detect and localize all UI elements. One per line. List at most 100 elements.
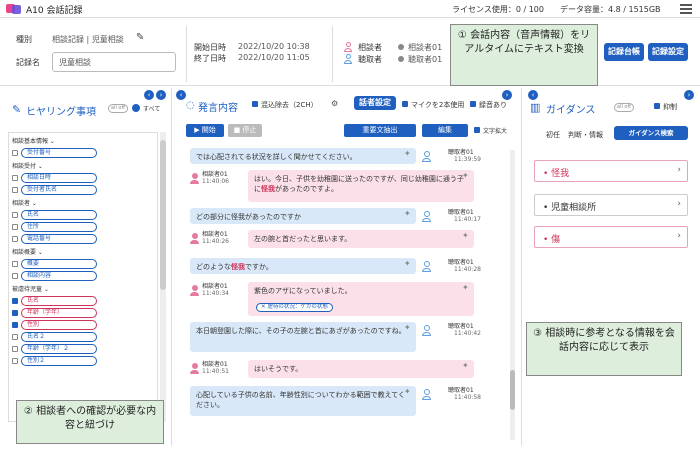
hearing-title: ヒヤリング事項 xyxy=(26,107,96,118)
pin-icon[interactable]: ✦ xyxy=(404,323,411,332)
hearing-item-checkbox[interactable] xyxy=(12,321,18,328)
hearing-item[interactable]: 氏名２ xyxy=(12,331,157,342)
hearing-item[interactable]: 性別２ xyxy=(12,355,157,366)
hearing-item-checkbox[interactable] xyxy=(12,333,18,340)
hearing-item[interactable]: 年齢（学年）２ xyxy=(12,343,157,354)
record-ledger-button[interactable]: 記録台帳 xyxy=(604,43,644,61)
hearing-item[interactable]: 相談内容 xyxy=(12,270,157,281)
chevron-right-icon[interactable]: › xyxy=(156,90,166,100)
pin-icon[interactable]: ✦ xyxy=(462,283,469,292)
guidance-card[interactable]: • 傷 › xyxy=(534,226,688,248)
pin-icon[interactable]: ✦ xyxy=(462,231,469,240)
hearing-group-title: 相談概要 ⌄ xyxy=(12,249,43,256)
hearing-item[interactable]: 電話番号 xyxy=(12,233,157,244)
hearing-toggle[interactable]: all off xyxy=(108,104,128,113)
license-usage: ライセンス使用：0 / 100 xyxy=(452,5,544,14)
message-bubble[interactable]: どの部分に怪我があったのですか xyxy=(190,208,416,224)
mic-label: マイクを2本使用 xyxy=(411,101,465,109)
tab-judgement[interactable]: 判断・情報 xyxy=(568,130,603,140)
hearing-item-label: 相談内容 xyxy=(21,270,97,281)
hearing-item[interactable]: 氏名 xyxy=(12,209,157,220)
edit-icon[interactable]: ✎ xyxy=(136,32,144,43)
pin-icon[interactable]: ✦ xyxy=(404,387,411,396)
hearing-item-checkbox[interactable] xyxy=(12,345,18,352)
chevron-right-icon[interactable]: › xyxy=(684,90,694,100)
hearing-item-label: 相談日時 xyxy=(21,172,97,183)
pin-icon[interactable]: ✦ xyxy=(462,171,469,180)
hearing-item-label: 性別 xyxy=(21,319,97,330)
hearing-scrollbar-thumb[interactable] xyxy=(160,140,166,290)
hearing-list: 相談基本情報 ⌄ 受付番号 相談受付 ⌄ 相談日時 受付者氏名 相談者 ⌄ 氏名 住所 電話番号… xyxy=(8,132,158,422)
chat-area: では心配されてる状況を詳しく聞かせてください。 ✦ 聴取者01 11:39:59 はい。… xyxy=(186,142,516,442)
hearing-item[interactable]: 氏名 xyxy=(12,295,157,306)
pin-icon[interactable]: ✦ xyxy=(462,361,469,370)
guidance-toggle[interactable]: all off xyxy=(614,103,634,112)
message-bubble[interactable]: 心配している子供の名前、年齢性別についてわかる範囲で教えてください。 xyxy=(190,386,416,416)
hearing-item-label: 住所 xyxy=(21,221,97,232)
pin-icon[interactable]: ✦ xyxy=(404,209,411,218)
hearing-item-checkbox[interactable] xyxy=(12,357,18,364)
hearing-item-checkbox[interactable] xyxy=(12,223,18,230)
start-button[interactable]: ▶ 開始 xyxy=(186,124,224,137)
hearing-item[interactable]: 受付者氏名 xyxy=(12,184,157,195)
chevron-right-icon: › xyxy=(677,199,681,209)
pencil-icon: ✎ xyxy=(12,103,22,116)
hearing-item-checkbox[interactable] xyxy=(12,309,18,316)
speaker-info: 聴取者01 11:40:58 xyxy=(448,387,481,401)
message-bubble[interactable]: どのような怪我ですか。 xyxy=(190,258,416,274)
hearing-item-label: 概要 xyxy=(21,258,97,269)
suppress-checkbox[interactable] xyxy=(654,103,660,109)
all-label[interactable]: すべて xyxy=(143,104,160,113)
message-bubble[interactable]: はい。今日、子供を幼稚園に送ったのですが、同じ幼稚園に通う子に怪我があったのです… xyxy=(248,170,474,202)
recording-checkbox[interactable] xyxy=(470,101,476,107)
hearing-item-checkbox[interactable] xyxy=(12,297,18,304)
speaker-name: 聴取者01 xyxy=(448,209,474,216)
noise-checkbox[interactable] xyxy=(252,101,258,107)
message-bubble[interactable]: 本日朝登園した際に、その子の左腕と首にあざがあったのですね。 xyxy=(190,322,416,352)
keyword-tag[interactable]: ✕ 虐待の状況：ケガの状態 xyxy=(256,303,333,312)
edit-button[interactable]: 編集 xyxy=(422,124,468,137)
guidance-card[interactable]: • 怪我 › xyxy=(534,160,688,182)
extract-button[interactable]: 重要文抽出 xyxy=(344,124,416,137)
hearing-item-label: 氏名 xyxy=(21,209,97,220)
speaker-name: 相談者01 xyxy=(202,231,228,238)
menu-icon[interactable] xyxy=(680,4,692,14)
hearing-item-checkbox[interactable] xyxy=(12,149,18,156)
hearing-item[interactable]: 概要 xyxy=(12,258,157,269)
mic-checkbox[interactable] xyxy=(402,101,408,107)
message-bubble[interactable]: では心配されてる状況を詳しく聞かせてください。 xyxy=(190,148,416,164)
chevron-right-icon[interactable]: › xyxy=(502,90,512,100)
hearing-item-checkbox[interactable] xyxy=(12,272,18,279)
hearing-item[interactable]: 年齢（学年） xyxy=(12,307,157,318)
record-name-input[interactable]: 児童相談 xyxy=(52,52,176,72)
guidance-search-button[interactable]: ガイダンス検索 xyxy=(614,126,688,140)
font-up-checkbox[interactable] xyxy=(474,127,480,133)
hearing-item-checkbox[interactable] xyxy=(12,235,18,242)
chevron-left-icon[interactable]: ‹ xyxy=(176,90,186,100)
hearing-item-checkbox[interactable] xyxy=(12,174,18,181)
pin-icon[interactable]: ✦ xyxy=(404,259,411,268)
pin-icon[interactable]: ✦ xyxy=(404,149,411,158)
message-bubble[interactable]: 左の腕と首だったと思います。 xyxy=(248,230,474,248)
tab-initial[interactable]: 初任 xyxy=(546,130,560,140)
chevron-left-icon[interactable]: ‹ xyxy=(144,90,154,100)
speaker-info: 相談者01 11:40:06 xyxy=(202,171,229,185)
chevron-left-icon[interactable]: ‹ xyxy=(528,90,538,100)
data-capacity: データ容量：4.8 / 1515GB xyxy=(560,5,661,14)
hearing-item-checkbox[interactable] xyxy=(12,260,18,267)
gear-icon[interactable]: ⚙ xyxy=(331,99,338,108)
message-bubble[interactable]: はいそうです。 xyxy=(248,360,474,378)
hearing-item[interactable]: 住所 xyxy=(12,221,157,232)
chat-scrollbar-thumb[interactable] xyxy=(510,370,515,410)
record-settings-button[interactable]: 記録設定 xyxy=(648,43,688,61)
speaker-settings-button[interactable]: 話者設定 xyxy=(354,96,396,110)
hearing-item[interactable]: 性別 xyxy=(12,319,157,330)
hearing-item-checkbox[interactable] xyxy=(12,211,18,218)
speaker-info: 相談者01 11:40:34 xyxy=(202,283,229,297)
noise-label: 混込除去（2CH） xyxy=(261,101,318,109)
hearing-item[interactable]: 相談日時 xyxy=(12,172,157,183)
guidance-card[interactable]: • 児童相談所 › xyxy=(534,194,688,216)
hearing-item-checkbox[interactable] xyxy=(12,186,18,193)
stop-button[interactable]: ■ 停止 xyxy=(228,124,262,137)
hearing-item[interactable]: 受付番号 xyxy=(12,147,157,158)
